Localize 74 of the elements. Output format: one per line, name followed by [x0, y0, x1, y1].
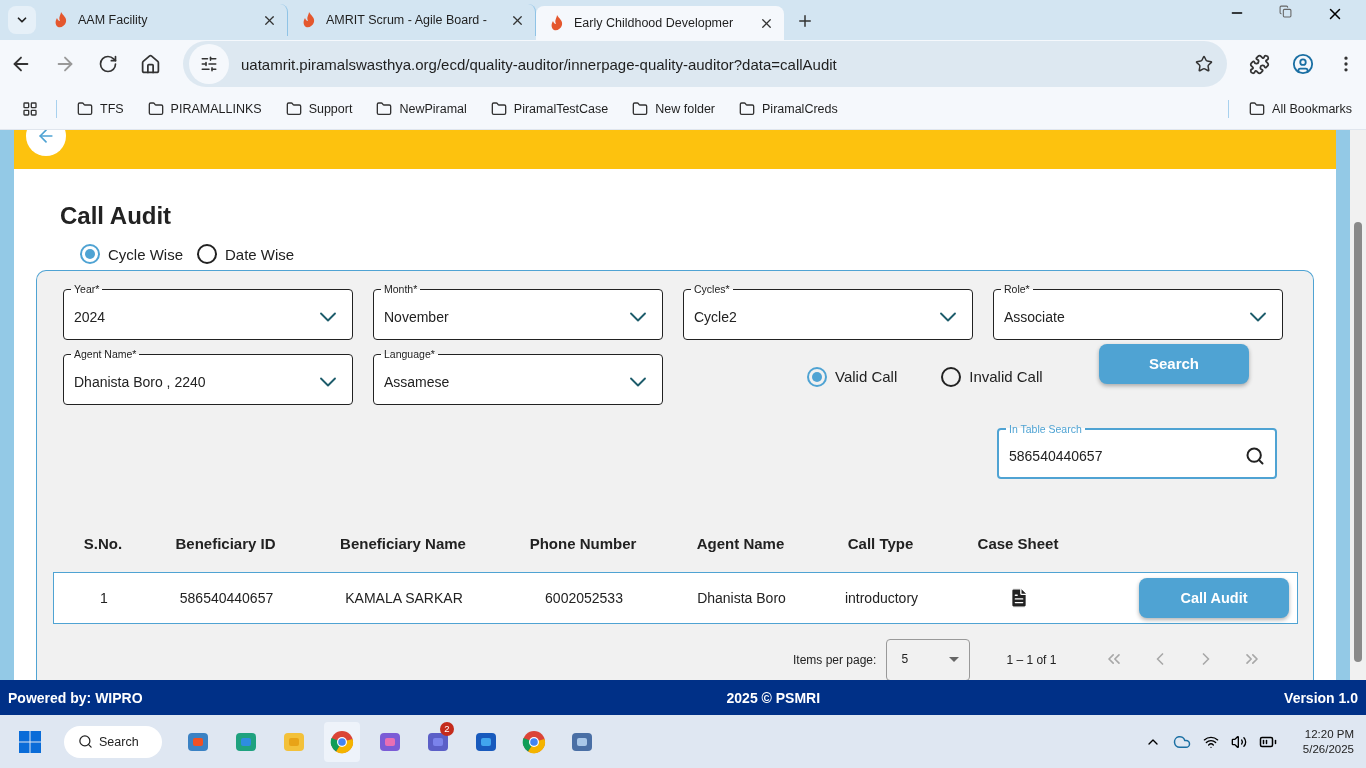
column-header: Call Type — [846, 535, 915, 552]
radio-option[interactable]: Valid Call — [807, 366, 898, 387]
field-label: Month* — [384, 283, 418, 295]
settings-icon — [200, 55, 218, 73]
table-cell-text: 586540440657 — [178, 590, 275, 606]
footer-text: Version 1.0 — [1284, 689, 1358, 706]
column-header: Case Sheet — [976, 535, 1060, 552]
page-range-text: 1 – 1 of 1 — [1006, 653, 1057, 667]
select-field[interactable]: Language* Assamese — [373, 348, 663, 405]
field-label: Year* — [74, 283, 100, 295]
column-header: Phone Number — [528, 535, 638, 552]
field-label: Language* — [384, 348, 435, 360]
home-icon[interactable] — [140, 53, 161, 75]
bookmark-item[interactable]: PiramalTestCase — [490, 100, 609, 117]
table-cell-text: KAMALA SARKAR — [344, 590, 464, 606]
column-header: Agent Name — [695, 535, 786, 552]
select-field[interactable]: Year* 2024 — [63, 283, 353, 340]
select-field[interactable]: Role* Associate — [993, 283, 1283, 340]
select-field[interactable]: Agent Name* Dhanista Boro , 2240 — [63, 348, 353, 405]
reload-icon[interactable] — [98, 54, 118, 74]
bookmark-item[interactable]: PiramalCreds — [739, 100, 838, 117]
field-label: Role* — [1004, 283, 1030, 295]
windows-logo-icon[interactable] — [18, 729, 42, 754]
browser-tab[interactable]: AAM Facility — [40, 4, 288, 36]
scrollbar[interactable] — [1350, 130, 1366, 680]
table-cell-text: 1 — [99, 590, 109, 606]
table-cell-text: 6002052533 — [544, 590, 624, 606]
table-search-field[interactable]: In Table Search 586540440657 — [997, 423, 1277, 479]
table-cell-text: introductory — [843, 590, 920, 606]
taskbar-search[interactable]: Search — [64, 725, 162, 758]
chrome-icon[interactable] — [330, 729, 354, 754]
bookmark-item[interactable]: New folder — [632, 100, 716, 117]
extensions-icon[interactable] — [1249, 53, 1270, 75]
items-per-page-label: Items per page: — [793, 653, 877, 667]
restore-icon[interactable] — [1279, 5, 1292, 18]
table-cell-text: Dhanista Boro — [696, 590, 787, 606]
column-header: Beneficiary ID — [174, 535, 277, 552]
select-field[interactable]: Month* November — [373, 283, 663, 340]
caret-down-icon — [949, 657, 960, 663]
footer-text: Powered by: WIPRO — [8, 689, 143, 706]
address-bar[interactable]: uatamrit.piramalswasthya.org/ecd/quality-auditor/innerpage-quality-auditor?data=callAudit — [183, 41, 1227, 87]
site-settings-button[interactable] — [189, 44, 229, 84]
profile-icon[interactable] — [1292, 53, 1314, 75]
radio-option[interactable]: Date Wise — [197, 244, 295, 264]
field-label: Agent Name* — [74, 348, 137, 360]
clock[interactable]: 12:20 PM 5/26/2025 — [1302, 728, 1354, 755]
field-label: Cycles* — [694, 283, 730, 295]
tab-search-button[interactable] — [8, 6, 36, 34]
bookmark-item[interactable]: Support — [285, 100, 353, 117]
chrome-icon[interactable] — [522, 729, 546, 754]
search-icon — [78, 734, 93, 749]
flame-logo-icon — [302, 12, 316, 28]
column-header: S.No. — [82, 535, 124, 552]
select-field[interactable]: Cycles* Cycle2 — [683, 283, 973, 340]
footer-text: 2025 © PSMRI — [726, 689, 821, 706]
bookmark-item[interactable]: TFS — [77, 100, 124, 117]
browser-tab[interactable]: Early Childhood Developmer — [536, 6, 784, 40]
radio-option[interactable]: Cycle Wise — [80, 244, 183, 264]
apps-icon[interactable] — [22, 100, 38, 117]
new-tab-icon[interactable] — [796, 12, 814, 30]
bookmark-item[interactable]: All Bookmarks — [1249, 100, 1352, 117]
notification-badge: 2 — [440, 721, 454, 736]
speaker-icon[interactable] — [1230, 733, 1247, 750]
page-title: Call Audit — [60, 202, 173, 230]
field-label: In Table Search — [1009, 423, 1082, 435]
page-size-select[interactable]: 5 — [886, 639, 971, 680]
bookmark-item[interactable]: PIRAMALLINKS — [147, 100, 262, 117]
flame-logo-icon — [550, 15, 564, 31]
flame-logo-icon — [54, 12, 68, 28]
bookmark-item[interactable]: NewPiramal — [376, 100, 467, 117]
column-header: Beneficiary Name — [339, 535, 467, 552]
search-icon[interactable] — [1245, 446, 1265, 466]
bookmark-star-icon[interactable] — [1195, 55, 1213, 73]
radio-option[interactable]: Invalid Call — [941, 366, 1043, 387]
